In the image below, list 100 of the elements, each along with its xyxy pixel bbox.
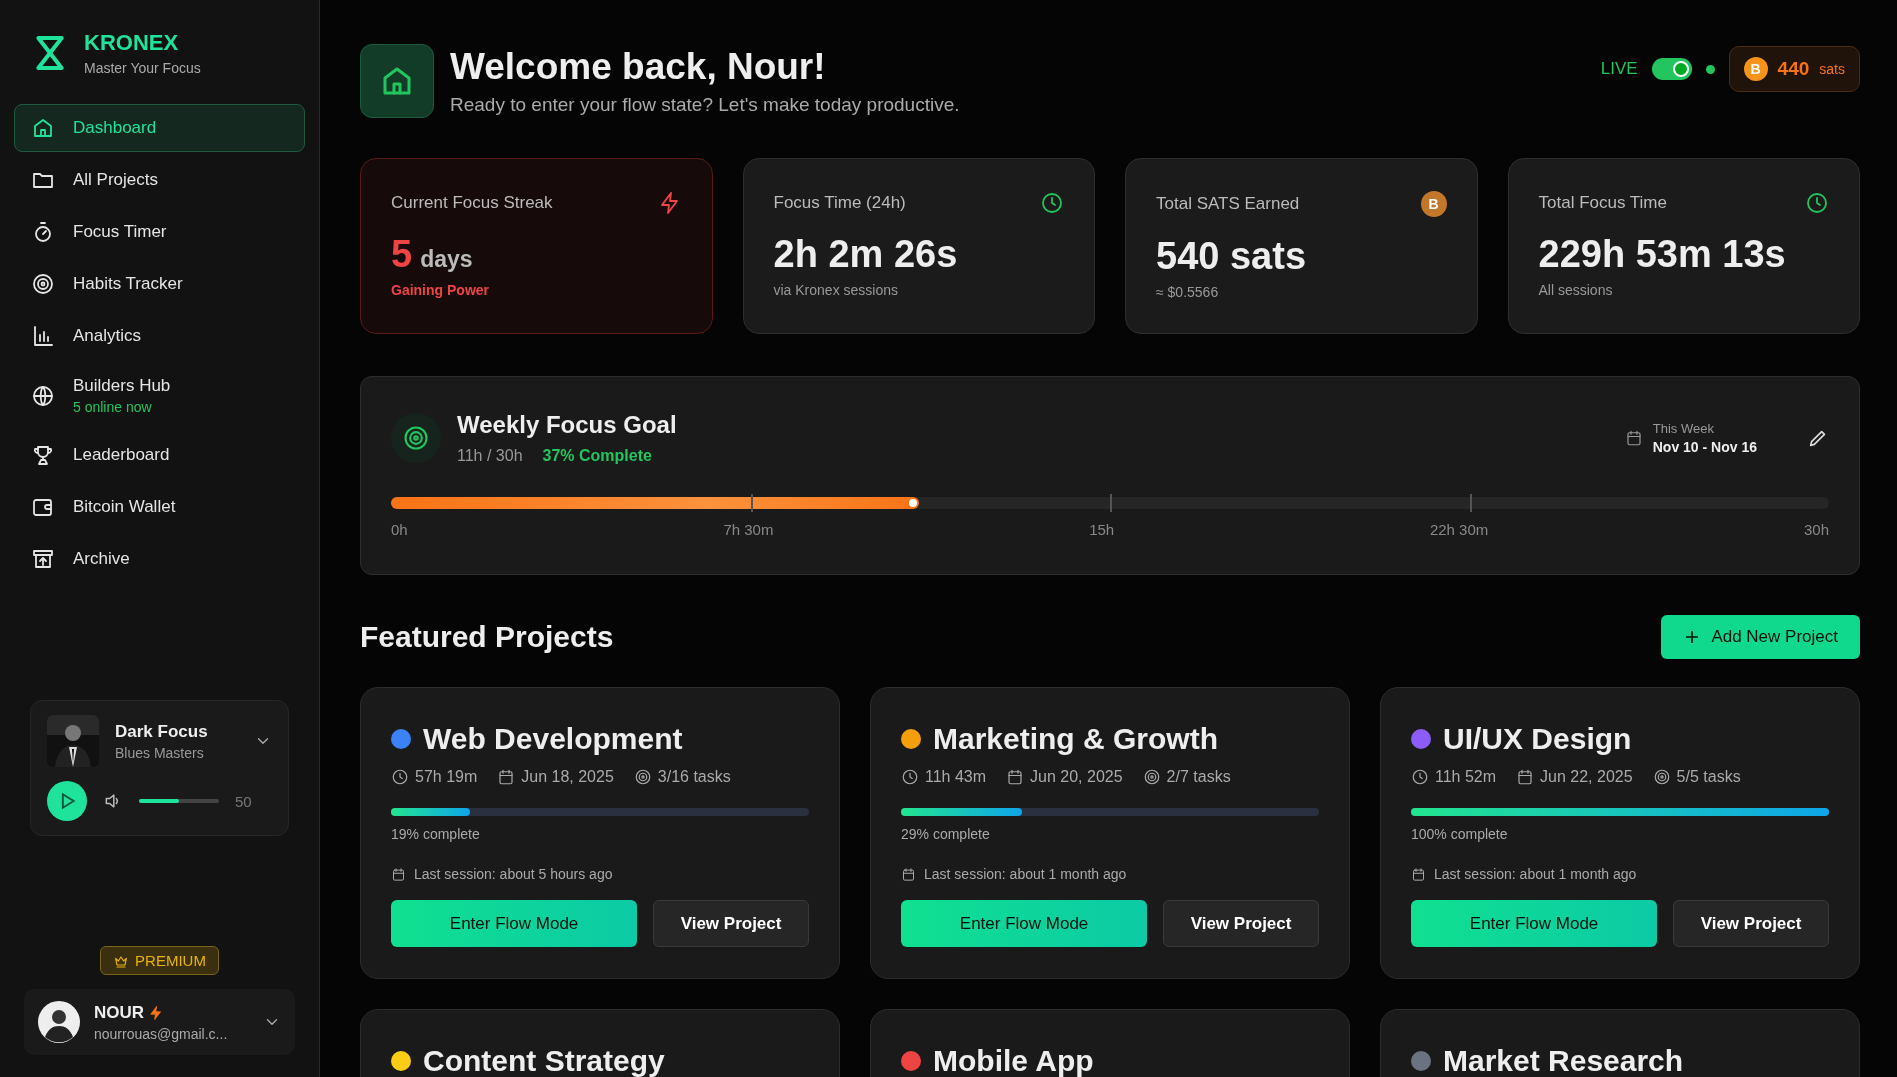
tick-label: 7h 30m [723,521,774,538]
clock-icon [391,768,409,786]
add-project-button[interactable]: Add New Project [1661,615,1860,659]
calendar-icon [391,866,406,882]
progress-label: 29% complete [901,826,991,842]
page-title: Welcome back, Nour! [450,46,827,88]
section-title: Featured Projects [360,620,614,654]
project-date: Jun 20, 2025 [1030,768,1123,786]
volume-value: 50 [235,792,252,810]
archive-icon [31,547,55,571]
goal-percent: 37% Complete [542,447,652,465]
premium-label: PREMIUM [135,952,206,969]
clock-icon [1040,191,1064,215]
sidebar-item-label: Builders Hub [73,376,171,395]
calendar-icon [1411,866,1426,882]
online-count: 5 online now [73,399,153,415]
bitcoin-badge: B [1743,57,1768,81]
sidebar-item[interactable]: Dashboard [14,104,305,152]
sidebar-item[interactable]: Focus Timer [14,208,305,256]
stat-label: Total SATS Earned [1156,194,1300,214]
view-project-button[interactable]: View Project [1673,900,1829,947]
sidebar-item[interactable]: Leaderboard [14,431,305,479]
project-time: 57h 19m [415,768,478,786]
calendar-icon [497,768,516,786]
bitcoin-badge: B [1420,191,1447,217]
brand-tagline: Master Your Focus [84,60,201,76]
page-subtitle: Ready to enter your flow state? Let's make today productive. [450,94,960,116]
live-toggle[interactable] [1651,58,1692,80]
sidebar-item[interactable]: Bitcoin Wallet [14,483,305,531]
stat-note: All sessions [1538,282,1614,298]
bar-chart-icon [31,324,55,348]
user-email: nourrouas@gmail.c... [94,1025,229,1042]
project-title: Content Strategy [423,1044,665,1077]
calendar-icon [1516,768,1535,786]
week-label: This Week [1652,421,1715,436]
target-icon [1142,768,1161,786]
stat-label: Total Focus Time [1538,193,1667,213]
sats-value: 440 [1777,58,1810,80]
stat-label: Focus Time (24h) [773,193,906,213]
project-title: Web Development [423,722,683,756]
tick-label: 0h [391,521,408,538]
goal-title: Weekly Focus Goal [457,411,677,439]
brand-name: KRONEX [84,30,180,56]
calendar-icon [1006,768,1025,786]
project-tasks: 5/5 tasks [1676,768,1741,786]
calendar-icon [901,866,916,882]
last-session: Last session: about 1 month ago [924,866,1127,882]
last-session: Last session: about 5 hours ago [414,866,613,882]
stat-value: 5 [391,233,413,275]
status-dot [1705,64,1715,74]
calendar-icon [1624,429,1643,447]
sidebar-item[interactable]: All Projects [14,156,305,204]
project-date: Jun 18, 2025 [521,768,614,786]
avatar [38,1001,80,1043]
stat-unit: days [420,246,473,272]
sidebar-item[interactable]: Builders Hub 5 online now [14,364,305,427]
project-time: 11h 52m [1435,768,1497,786]
track-title: Dark Focus [115,721,209,742]
tick-label: 22h 30m [1429,521,1489,538]
sats-unit: sats [1819,61,1845,77]
project-tasks: 3/16 tasks [657,768,731,786]
target-icon [31,272,55,296]
target-icon [1652,768,1671,786]
project-tasks: 2/7 tasks [1166,768,1231,786]
clock-icon [901,768,919,786]
stat-value: 2h 2m 26s [773,233,959,276]
sidebar-item[interactable]: Analytics [14,312,305,360]
project-title: Market Research [1443,1044,1684,1077]
enter-flow-button[interactable]: Enter Flow Mode [1411,900,1658,947]
stat-value: 229h 53m 13s [1538,233,1787,276]
project-title: Marketing & Growth [933,722,1218,756]
project-time: 11h 43m [925,768,987,786]
sidebar-item[interactable]: Habits Tracker [14,260,305,308]
stat-label: Current Focus Streak [391,193,553,213]
live-label: LIVE [1600,59,1638,79]
clock-icon [1805,191,1829,215]
view-project-button[interactable]: View Project [1163,900,1319,947]
home-icon [31,116,55,140]
user-name: NOUR [94,1002,145,1023]
project-date: Jun 22, 2025 [1540,768,1633,786]
play-button[interactable] [47,781,87,821]
view-project-button[interactable]: View Project [653,900,809,947]
user-card[interactable]: NOUR nourrouas@gmail.c... [24,989,295,1055]
clock-icon [1411,768,1429,786]
progress-label: 19% complete [391,826,481,842]
globe-icon [31,383,55,408]
last-session: Last session: about 1 month ago [1434,866,1637,882]
stat-note: ≈ $0.5566 [1156,284,1220,300]
target-icon [633,768,652,786]
sidebar-item[interactable]: Archive [14,535,305,583]
enter-flow-button[interactable]: Enter Flow Mode [901,900,1148,947]
enter-flow-button[interactable]: Enter Flow Mode [391,900,638,947]
stat-note: via Kronex sessions [773,282,899,298]
target-icon [391,413,441,463]
stat-note: Gaining Power [391,282,490,298]
volume-slider[interactable] [139,799,219,803]
trophy-icon [31,443,55,467]
sats-balance[interactable]: B 440 sats [1728,46,1860,92]
progress-end-dot [908,499,917,507]
track-artist: Blues Masters [115,744,205,761]
